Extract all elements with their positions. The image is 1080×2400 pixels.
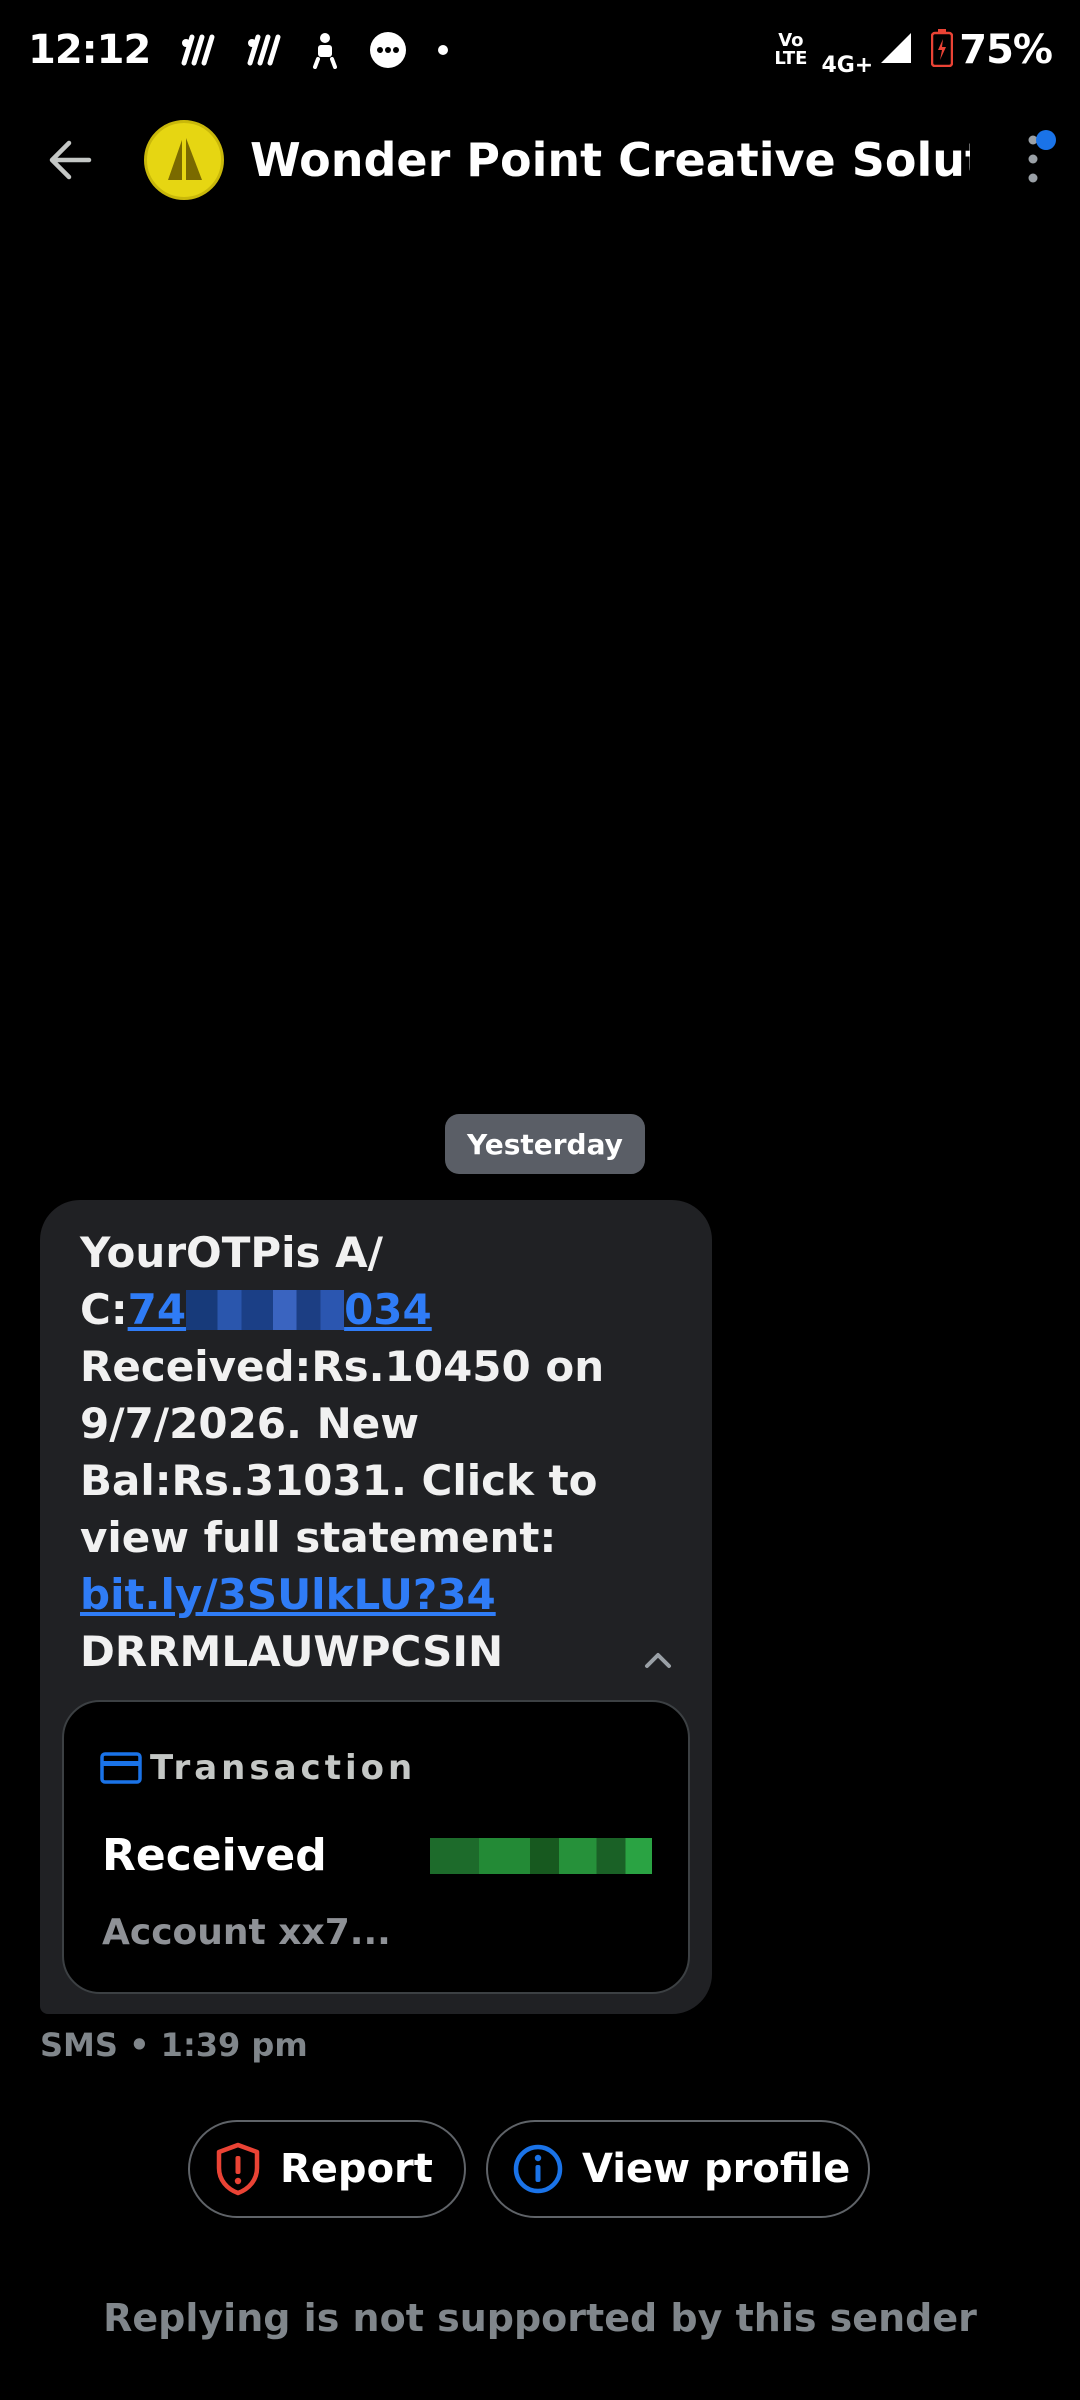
message-line: Bal:Rs.31031. Click to xyxy=(80,1456,598,1505)
conversation-header: Wonder Point Creative Soluti... xyxy=(0,110,1080,210)
message-line: Received:Rs.10450 on xyxy=(80,1342,605,1391)
message-line-account: C:74 034 xyxy=(80,1281,640,1338)
message-bubble[interactable]: YourOTPis A/ C:74 034 Received:Rs.10450 o… xyxy=(40,1200,712,2014)
airtel-notification-icon-2 xyxy=(244,33,282,67)
view-profile-label: View profile xyxy=(582,2146,851,2192)
account-start: 74 xyxy=(127,1285,187,1334)
more-notifications-dot xyxy=(438,45,449,55)
shield-alert-icon xyxy=(216,2142,260,2196)
battery-icon xyxy=(931,29,954,71)
transaction-header: Transaction xyxy=(100,1748,416,1788)
message-line: 9/7/2026. New xyxy=(80,1399,420,1448)
back-button[interactable] xyxy=(30,120,110,200)
sailboat-logo-icon xyxy=(168,138,202,180)
transaction-account: Account xx7... xyxy=(102,1912,391,1953)
redacted-amount xyxy=(430,1838,652,1874)
status-left: 12:12 xyxy=(28,27,449,73)
volte-bottom: LTE xyxy=(774,48,808,69)
network-type: 4G+ xyxy=(821,52,874,78)
account-prefix: C: xyxy=(80,1285,128,1334)
status-bar: 12:12 Vo LTE 4G+ 75% xyxy=(0,0,1080,100)
report-button[interactable]: Report xyxy=(188,2120,466,2218)
account-number-link[interactable]: 74 034 xyxy=(128,1285,432,1334)
redacted-digits xyxy=(186,1290,345,1330)
status-time: 12:12 xyxy=(28,27,151,73)
message-timestamp: SMS • 1:39 pm xyxy=(40,2026,308,2064)
message-line: DRRMLAUWPCSIN xyxy=(80,1627,504,1676)
airtel-notification-icon xyxy=(178,33,216,67)
reply-unsupported-note: Replying is not supported by this sender xyxy=(103,2296,977,2340)
volte-indicator: Vo LTE xyxy=(774,32,807,68)
statement-link[interactable]: bit.ly/3SUlkLU?34 xyxy=(80,1570,496,1619)
battery-percent: 75% xyxy=(959,27,1053,73)
info-icon xyxy=(513,2144,563,2194)
arrow-back-icon xyxy=(49,140,92,180)
transaction-label: Transaction xyxy=(150,1748,417,1788)
more-options-button[interactable] xyxy=(1002,130,1062,190)
message-line: YourOTPis A/ xyxy=(80,1228,384,1277)
view-profile-button[interactable]: View profile xyxy=(486,2120,870,2218)
transaction-card[interactable]: Transaction Received Account xx7... xyxy=(62,1700,690,1994)
delivery-app-icon xyxy=(310,31,340,69)
status-right: Vo LTE 4G+ 75% xyxy=(774,23,1053,78)
date-divider: Yesterday xyxy=(445,1114,645,1174)
screen: 12:12 Vo LTE 4G+ 75% Wonder Point Creati… xyxy=(0,0,1080,2400)
report-label: Report xyxy=(280,2146,433,2192)
transaction-status: Received xyxy=(102,1830,327,1881)
message-text: YourOTPis A/ C:74 034 Received:Rs.10450 o… xyxy=(80,1224,640,1680)
account-end: 034 xyxy=(344,1285,432,1334)
chevron-up-icon xyxy=(645,1653,671,1668)
collapse-button[interactable] xyxy=(638,1640,678,1680)
sender-avatar[interactable] xyxy=(144,120,224,200)
chat-bubble-icon xyxy=(368,30,408,70)
credit-card-icon xyxy=(100,1752,142,1784)
message-line: view full statement: xyxy=(80,1513,557,1562)
notification-badge xyxy=(1036,130,1056,150)
sender-name[interactable]: Wonder Point Creative Soluti... xyxy=(250,133,970,187)
signal-icon xyxy=(879,31,913,69)
